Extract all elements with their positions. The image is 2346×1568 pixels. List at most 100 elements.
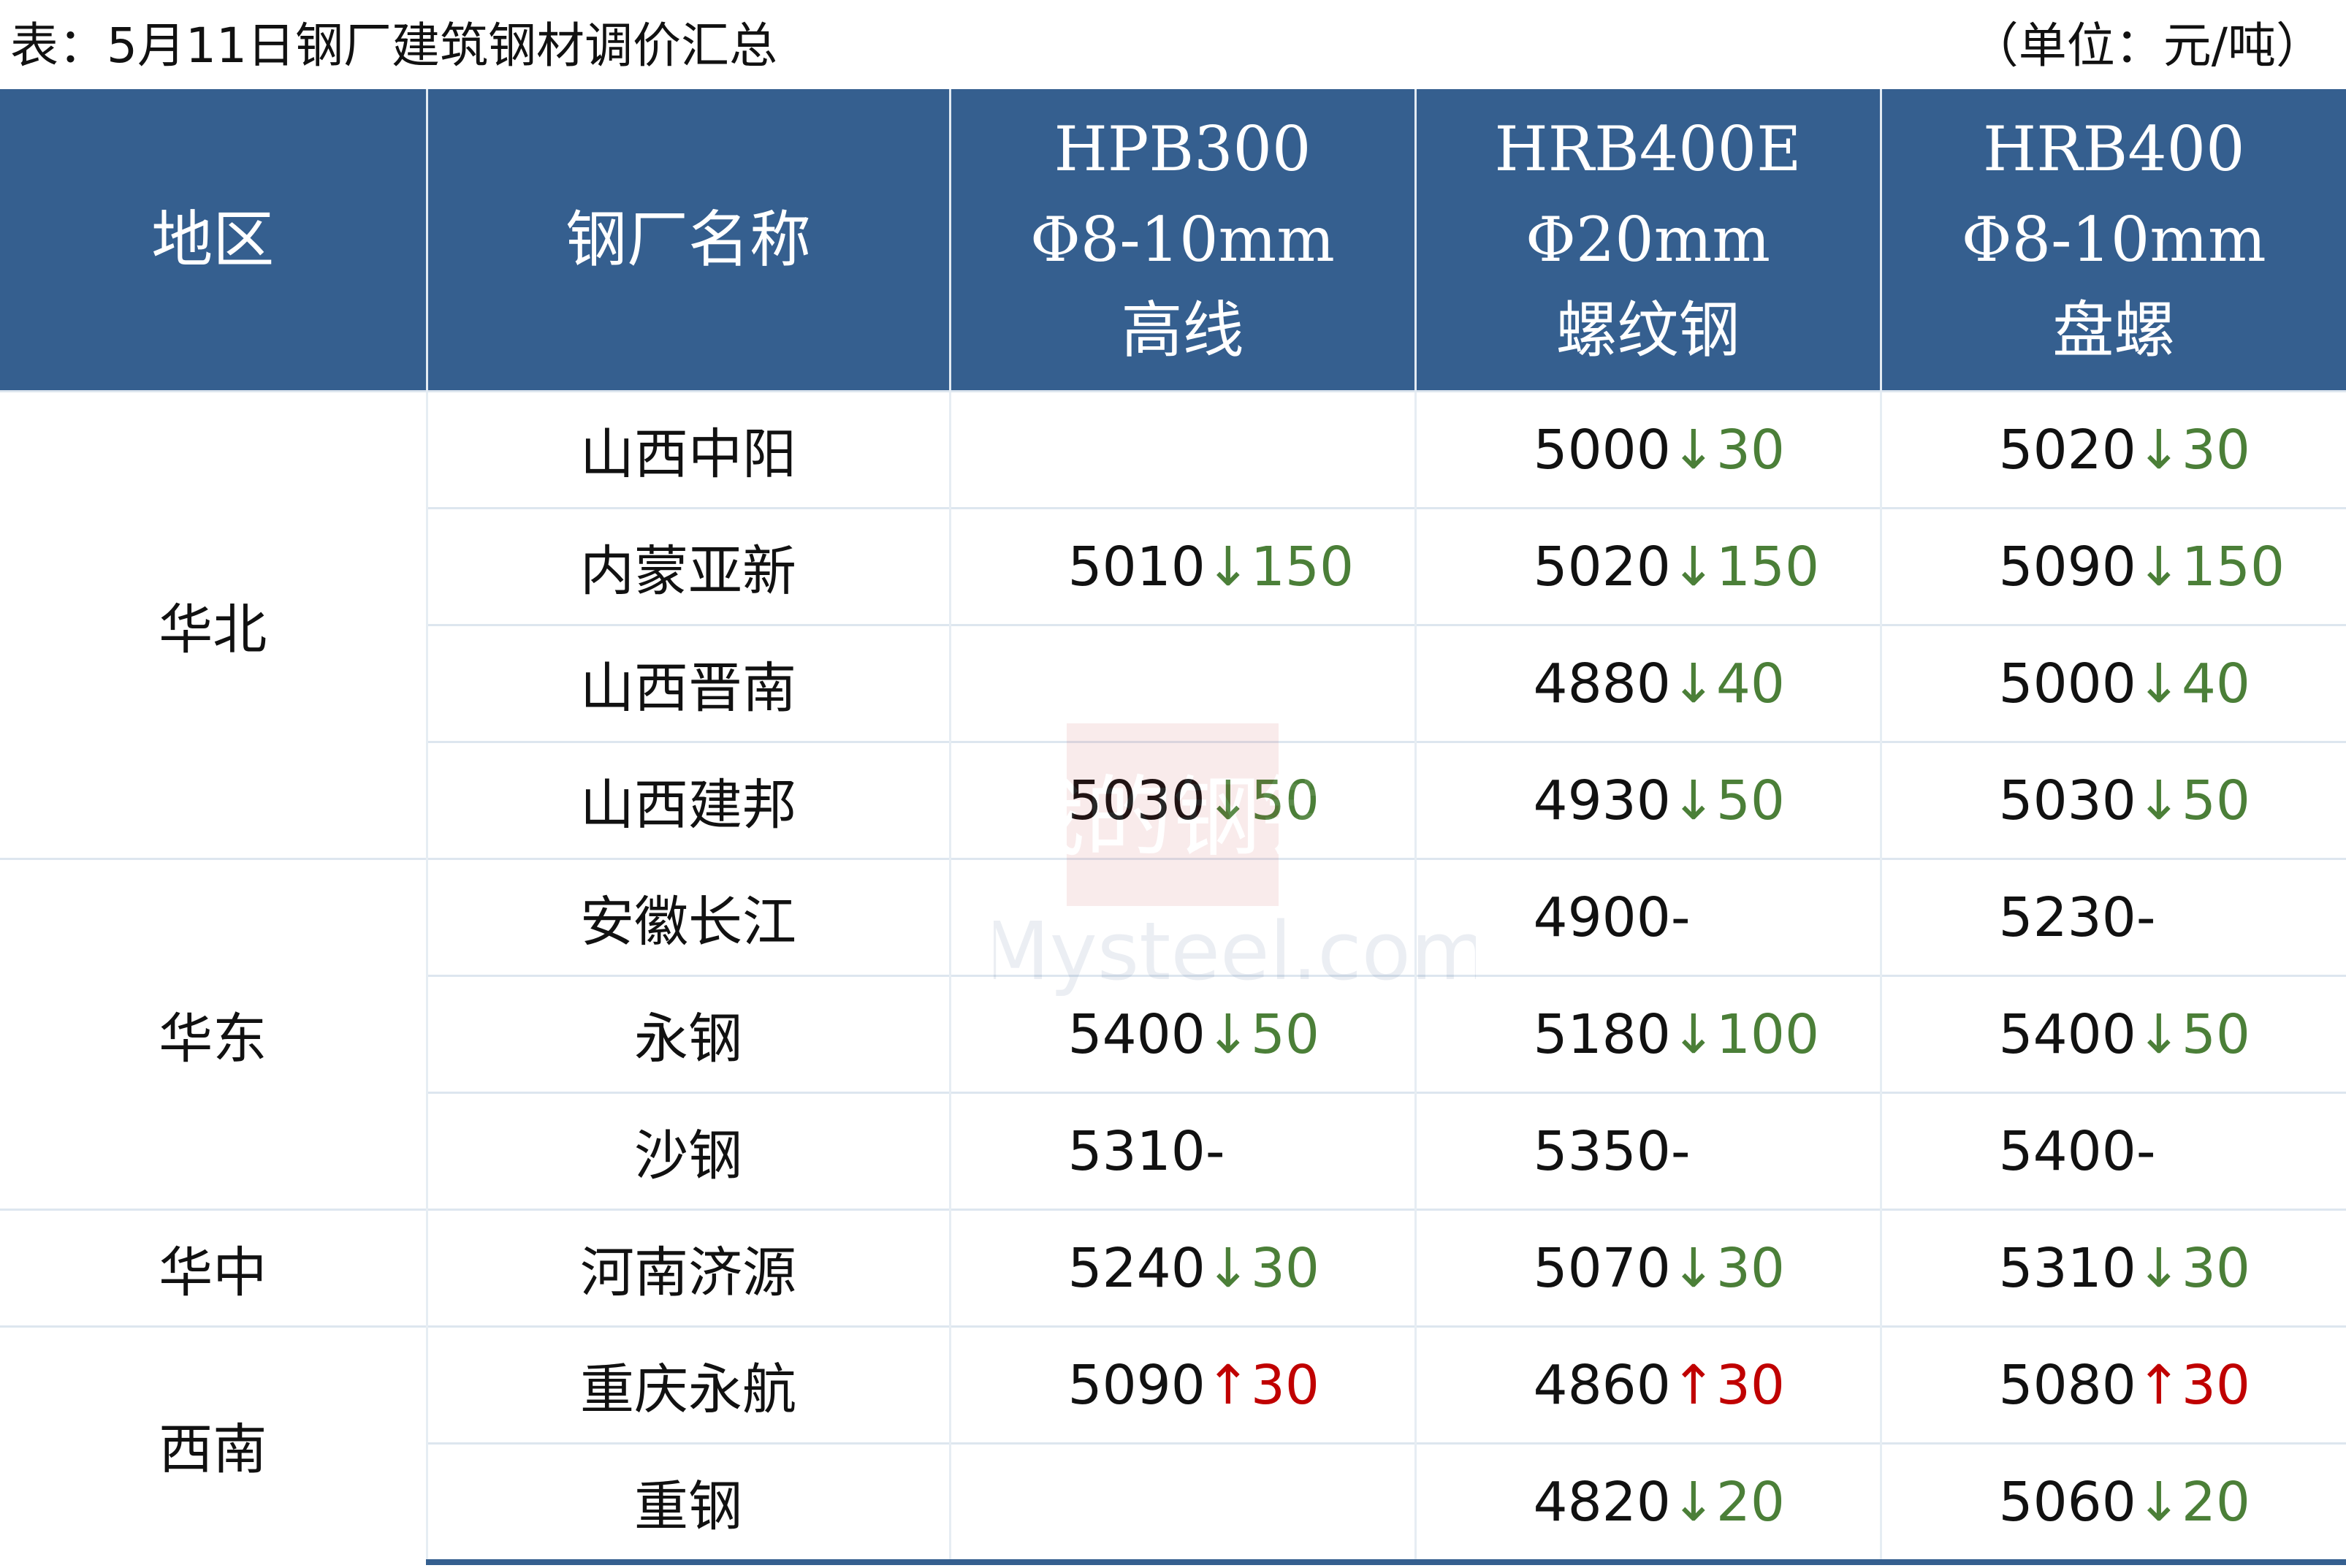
header-mill: 钢厂名称 — [425, 89, 950, 392]
price-cell: 5030↓50 — [1879, 741, 2346, 859]
mill-name-cell: 重钢 — [425, 1442, 950, 1565]
price: 5060 — [1998, 1470, 2136, 1534]
price-change: 30 — [1250, 1353, 1320, 1417]
header-product: 螺纹钢 — [1555, 294, 1740, 366]
header-spec: Φ8-10mm — [1961, 204, 2266, 275]
price-cell: 5000↓40 — [1879, 624, 2346, 742]
unit-label: （单位：元/吨） — [1970, 18, 2324, 74]
price-change: 50 — [2181, 1002, 2251, 1066]
mill-name-cell: 山西中阳 — [425, 390, 950, 509]
price-cell: 5070↓30 — [1414, 1209, 1881, 1327]
price-cell: 5180↓100 — [1414, 975, 1881, 1093]
mill-name-cell: 永钢 — [425, 975, 950, 1093]
header-region: 地区 — [0, 89, 427, 392]
price-cell: 4880↓40 — [1414, 624, 1881, 742]
price-cell: 5020↓30 — [1879, 390, 2346, 509]
change-arrow-icon: ↓ — [1670, 652, 1716, 715]
price: 5240 — [1067, 1236, 1206, 1300]
mill-name-cell: 安徽长江 — [425, 858, 950, 976]
price-cell: 5240↓30 — [948, 1209, 1415, 1327]
mill-name-cell: 沙钢 — [425, 1092, 950, 1210]
header-grade: HRB400E — [1494, 113, 1802, 185]
price: 5310 — [1998, 1236, 2136, 1300]
price-change: 150 — [1715, 535, 1820, 598]
price-change: 40 — [2181, 652, 2251, 715]
price-change: 30 — [2181, 418, 2251, 482]
price: 5180 — [1533, 1002, 1671, 1066]
price-cell — [948, 390, 1415, 509]
change-arrow-icon: ↑ — [1205, 1353, 1251, 1417]
header-hrb400e: HRB400E Φ20mm 螺纹钢 — [1414, 89, 1881, 392]
change-arrow-icon: ↓ — [1670, 1002, 1716, 1066]
change-arrow-icon: - — [2136, 1119, 2156, 1183]
price: 4860 — [1533, 1353, 1671, 1417]
header-grade: HPB300 — [1054, 113, 1311, 185]
price: 4930 — [1533, 769, 1671, 832]
price-change: 20 — [2181, 1470, 2251, 1534]
price: 5020 — [1998, 418, 2136, 482]
change-arrow-icon: ↓ — [2136, 1236, 2182, 1300]
change-arrow-icon: ↓ — [1670, 769, 1716, 832]
price: 5350 — [1533, 1119, 1671, 1183]
change-arrow-icon: ↓ — [1205, 1236, 1251, 1300]
price-change: 30 — [2181, 1353, 2251, 1417]
price: 5000 — [1998, 652, 2136, 715]
price-cell — [948, 858, 1415, 976]
change-arrow-icon: ↓ — [2136, 769, 2182, 832]
price-cell: 5080↑30 — [1879, 1325, 2346, 1444]
price-change: 30 — [1715, 1236, 1786, 1300]
region-cell: 西南 — [0, 1325, 427, 1562]
price-cell: 4900- — [1414, 858, 1881, 976]
price-cell — [948, 624, 1415, 742]
price: 4900 — [1533, 886, 1671, 949]
price: 5030 — [1998, 769, 2136, 832]
price: 5400 — [1998, 1002, 2136, 1066]
header-product: 高线 — [1121, 294, 1244, 366]
price: 5310 — [1067, 1119, 1206, 1183]
price: 5080 — [1998, 1353, 2136, 1417]
page-title: 表：5月11日钢厂建筑钢材调价汇总 — [10, 18, 777, 74]
change-arrow-icon: ↓ — [1205, 535, 1251, 598]
price-change: 30 — [2181, 1236, 2251, 1300]
header-row: 地区 钢厂名称 HPB300 Φ8-10mm 高线 HRB400E Φ20mm … — [0, 89, 2346, 392]
header-hpb300: HPB300 Φ8-10mm 高线 — [948, 89, 1415, 392]
price-cell: 5060↓20 — [1879, 1442, 2346, 1565]
price-cell: 5030↓50 — [948, 741, 1415, 859]
mill-name-cell: 山西建邦 — [425, 741, 950, 859]
price-cell: 5310- — [948, 1092, 1415, 1210]
price: 4820 — [1533, 1470, 1671, 1534]
price-change: 30 — [1715, 1353, 1786, 1417]
price-change: 100 — [1715, 1002, 1820, 1066]
table-row: 华中 河南济源 5240↓30 5070↓30 5310↓30 — [0, 1209, 2346, 1327]
price-cell: 5400↓50 — [948, 975, 1415, 1093]
price: 5400 — [1067, 1002, 1206, 1066]
change-arrow-icon: ↓ — [1670, 535, 1716, 598]
mill-name-cell: 内蒙亚新 — [425, 507, 950, 625]
change-arrow-icon: - — [1670, 886, 1691, 949]
change-arrow-icon: ↓ — [1670, 1236, 1716, 1300]
price-change: 30 — [1250, 1236, 1320, 1300]
change-arrow-icon: ↓ — [2136, 1002, 2182, 1066]
table-row: 西南 重庆永航 5090↑30 4860↑30 5080↑30 — [0, 1325, 2346, 1562]
price: 5070 — [1533, 1236, 1671, 1300]
change-arrow-icon: ↓ — [1670, 1470, 1716, 1534]
region-cell: 华东 — [0, 858, 427, 1210]
price-change: 150 — [2181, 535, 2285, 598]
price-cell — [948, 1442, 1415, 1565]
price-cell: 5310↓30 — [1879, 1209, 2346, 1327]
price-change: 30 — [1715, 418, 1786, 482]
price-cell: 5000↓30 — [1414, 390, 1881, 509]
title-bar: 表：5月11日钢厂建筑钢材调价汇总 （单位：元/吨） — [0, 0, 2346, 89]
mill-name-cell: 重庆永航 — [425, 1325, 950, 1444]
header-hrb400: HRB400 Φ8-10mm 盘螺 — [1879, 89, 2346, 392]
price-cell: 5350- — [1414, 1092, 1881, 1210]
change-arrow-icon: ↓ — [2136, 418, 2182, 482]
price: 5090 — [1067, 1353, 1206, 1417]
price: 5020 — [1533, 535, 1671, 598]
price-cell: 5090↑30 — [948, 1325, 1415, 1444]
price-cell: 5010↓150 — [948, 507, 1415, 625]
table-row: 华东 安徽长江 4900- 5230- — [0, 858, 2346, 1210]
change-arrow-icon: ↑ — [2136, 1353, 2182, 1417]
price-cell: 4930↓50 — [1414, 741, 1881, 859]
price-change: 20 — [1715, 1470, 1786, 1534]
